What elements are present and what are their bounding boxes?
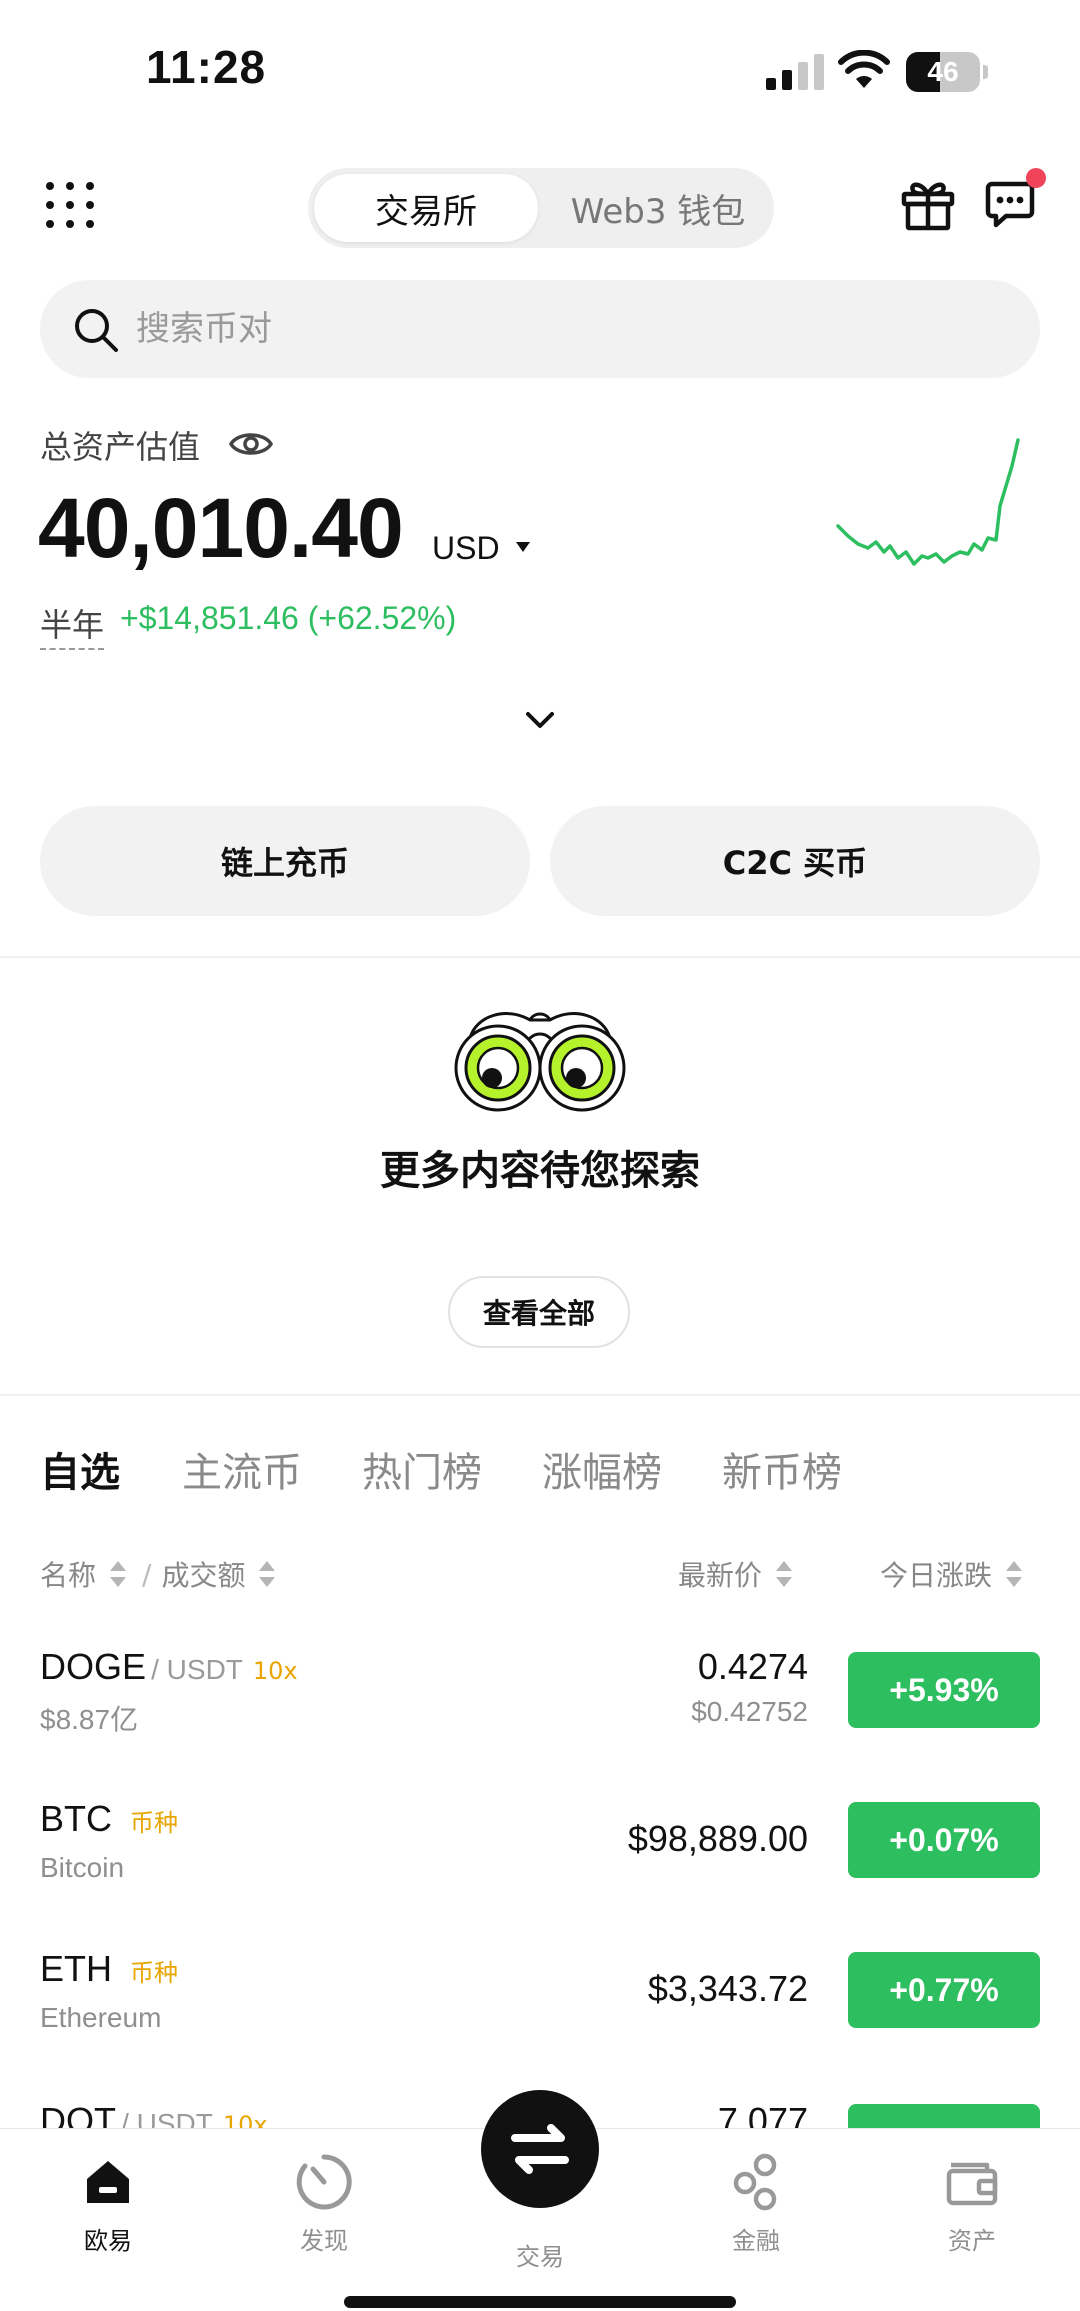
total-assets-value: 40,010.40 <box>38 481 404 575</box>
tab-favorites[interactable]: 自选 <box>40 1440 120 1498</box>
home-indicator <box>344 2296 736 2308</box>
column-header-name[interactable]: 名称 / 成交额 <box>40 1554 277 1594</box>
nav-label: 金融 <box>732 2227 780 2255</box>
leverage-tag: 10x <box>252 1657 298 1685</box>
currency-selector[interactable]: USD <box>432 530 500 567</box>
header-volume-label: 成交额 <box>161 1559 246 1592</box>
table-row[interactable]: ETH 币种 Ethereum $3,343.72 +0.77% <box>0 1920 1080 2060</box>
battery-icon: 46 <box>906 52 988 92</box>
tab-web3-wallet[interactable]: Web3 钱包 <box>548 174 768 242</box>
coin-symbol: BTC <box>40 1798 112 1839</box>
coin-price: 0.4274 <box>697 1646 808 1687</box>
table-row[interactable]: BTC 币种 Bitcoin $98,889.00 +0.07% <box>0 1770 1080 1910</box>
column-header-price[interactable]: 最新价 <box>678 1554 794 1594</box>
battery-level: 46 <box>927 56 959 87</box>
search-icon <box>75 309 118 352</box>
trade-button[interactable] <box>481 2090 599 2208</box>
assets-sparkline <box>836 438 1020 566</box>
search-bar[interactable] <box>40 280 1040 378</box>
status-time: 11:28 <box>146 41 267 93</box>
nav-finance[interactable]: 金融 <box>686 2151 826 2256</box>
tab-exchange[interactable]: 交易所 <box>314 174 538 242</box>
change-badge[interactable]: +0.07% <box>848 1802 1040 1878</box>
expand-chevron-icon[interactable] <box>522 708 558 732</box>
period-label[interactable]: 半年 <box>40 600 105 650</box>
coin-quote: / USDT <box>151 1654 243 1685</box>
column-header-change[interactable]: 今日涨跌 <box>880 1554 1024 1594</box>
tab-mainstream[interactable]: 主流币 <box>182 1440 302 1498</box>
coin-name: Bitcoin <box>40 1852 125 1883</box>
wallet-icon <box>946 2162 998 2206</box>
binoculars-icon <box>454 1012 626 1112</box>
header-name-label: 名称 <box>40 1559 97 1592</box>
coin-price-usd: $0.42752 <box>691 1696 808 1727</box>
coin-type-tag: 币种 <box>130 1959 178 1987</box>
tab-new-coins[interactable]: 新币榜 <box>722 1440 842 1498</box>
nav-assets[interactable]: 资产 <box>902 2151 1042 2256</box>
table-row[interactable]: DOGE / USDT 10x $8.87亿 0.4274 $0.42752 +5… <box>0 1620 1080 1760</box>
coin-volume: $8.87亿 <box>40 1704 139 1735</box>
view-all-button[interactable]: 查看全部 <box>448 1276 630 1348</box>
tab-gainers[interactable]: 涨幅榜 <box>542 1440 662 1498</box>
explore-title: 更多内容待您探索 <box>380 1148 700 1194</box>
finance-icon <box>733 2153 777 2211</box>
eye-icon[interactable] <box>228 424 274 464</box>
nav-discover[interactable]: 发现 <box>254 2151 394 2256</box>
cellular-signal-icon <box>766 54 824 90</box>
header-separator: / <box>142 1557 152 1591</box>
tab-hot[interactable]: 热门榜 <box>362 1440 482 1498</box>
nav-label: 发现 <box>300 2227 348 2255</box>
coin-price: $98,889.00 <box>627 1818 808 1859</box>
grid-menu-icon[interactable] <box>44 180 96 230</box>
onchain-deposit-button[interactable]: 链上充币 <box>40 806 530 916</box>
home-icon <box>87 2161 129 2203</box>
discover-icon <box>296 2154 352 2210</box>
gift-icon[interactable] <box>900 176 956 232</box>
nav-label: 交易 <box>516 2243 564 2271</box>
search-input[interactable] <box>136 294 996 364</box>
nav-label: 资产 <box>948 2227 996 2255</box>
section-divider <box>0 1394 1080 1396</box>
period-change: +$14,851.46 (+62.52%) <box>120 600 457 636</box>
coin-price: $3,343.72 <box>647 1968 808 2009</box>
sort-icon <box>110 1561 127 1587</box>
nav-trade-label[interactable]: 交易 <box>470 2229 610 2272</box>
sort-icon <box>776 1561 793 1587</box>
c2c-buy-button[interactable]: C2C 买币 <box>550 806 1040 916</box>
header-change-label: 今日涨跌 <box>880 1559 993 1592</box>
change-badge[interactable]: +0.77% <box>848 1952 1040 2028</box>
coin-name: Ethereum <box>40 2002 162 2033</box>
change-badge[interactable]: +5.93% <box>848 1652 1040 1728</box>
exchange-wallet-switch: 交易所 Web3 钱包 <box>308 168 774 248</box>
total-assets-label: 总资产估值 <box>40 428 201 466</box>
nav-label: 欧易 <box>84 2227 132 2255</box>
wifi-icon <box>838 50 890 88</box>
caret-down-icon[interactable] <box>514 540 532 554</box>
section-divider <box>0 956 1080 958</box>
nav-home[interactable]: 欧易 <box>38 2151 178 2256</box>
coin-type-tag: 币种 <box>130 1809 178 1837</box>
header-price-label: 最新价 <box>678 1559 763 1592</box>
sort-icon <box>259 1561 276 1587</box>
notification-dot <box>1026 168 1046 188</box>
coin-symbol: DOGE <box>40 1646 147 1687</box>
sort-icon <box>1006 1561 1023 1587</box>
coin-symbol: ETH <box>40 1948 112 1989</box>
message-icon[interactable] <box>984 178 1036 230</box>
swap-icon <box>511 2124 569 2174</box>
